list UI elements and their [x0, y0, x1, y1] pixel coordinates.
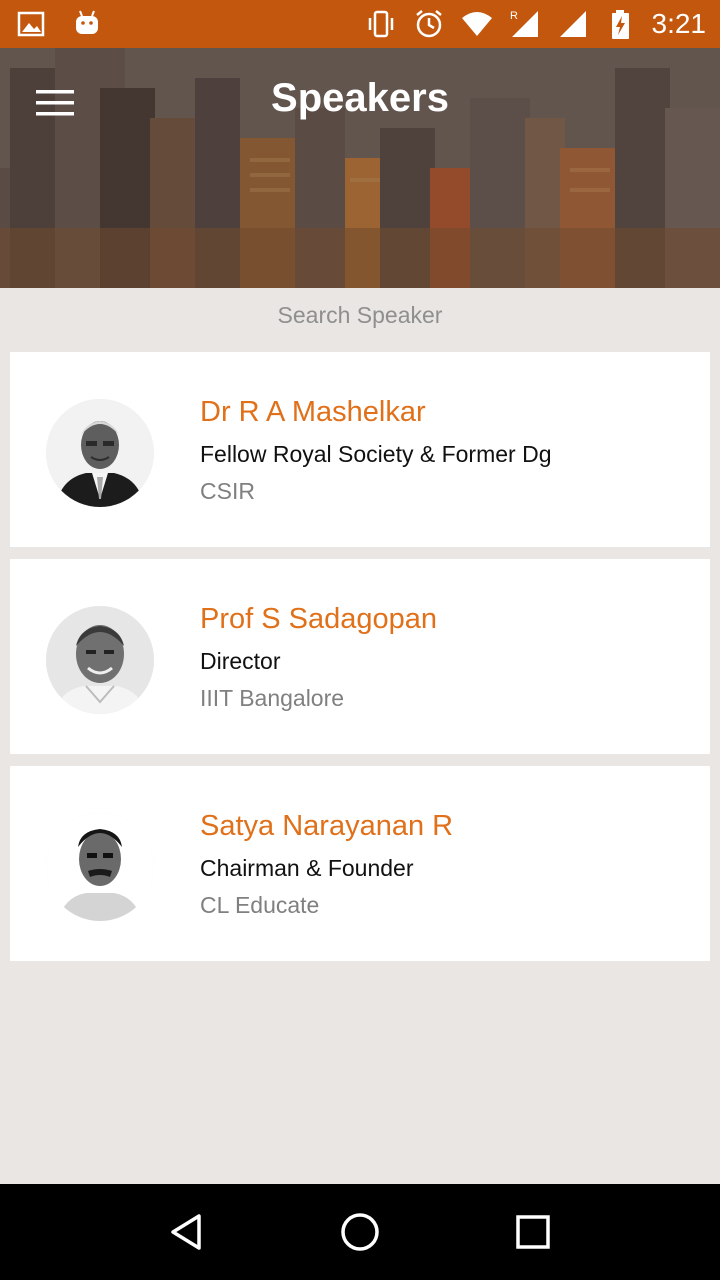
- home-icon: [341, 1213, 379, 1251]
- speaker-photo: [46, 813, 154, 921]
- speaker-organization: CSIR: [200, 478, 255, 504]
- search-bar: [0, 288, 720, 342]
- recents-button[interactable]: [503, 1202, 563, 1262]
- status-time: 3:21: [651, 8, 707, 39]
- speaker-name: Prof S Sadagopan: [200, 603, 438, 635]
- speaker-organization: IIIT Bangalore: [200, 685, 345, 711]
- header-banner: Speakers: [0, 48, 720, 288]
- status-bar: R 3:21: [0, 0, 720, 48]
- cell-signal-icon: [556, 7, 590, 41]
- speaker-role: Fellow Royal Society & Former Dg: [200, 441, 552, 467]
- search-input[interactable]: [160, 301, 560, 329]
- page-title: Speakers: [271, 76, 449, 120]
- speaker-organization: CL Educate: [200, 892, 320, 918]
- speaker-card[interactable]: Satya Narayanan R Chairman & Founder CL …: [10, 766, 710, 961]
- alarm-icon: [412, 7, 446, 41]
- speaker-name: Satya Narayanan R: [200, 810, 454, 842]
- system-nav-bar: [0, 1184, 720, 1280]
- wifi-icon: [460, 7, 494, 41]
- speaker-card[interactable]: Prof S Sadagopan Director IIIT Bangalore: [10, 559, 710, 754]
- speaker-card[interactable]: Dr R A Mashelkar Fellow Royal Society & …: [10, 352, 710, 547]
- speaker-role: Director: [200, 648, 281, 674]
- battery-charging-icon: [604, 7, 638, 41]
- speaker-name: Dr R A Mashelkar: [200, 396, 426, 428]
- back-icon: [170, 1214, 201, 1250]
- cell-signal-roaming-icon: R: [508, 7, 542, 41]
- back-button[interactable]: [157, 1202, 217, 1262]
- vibrate-icon: [364, 7, 398, 41]
- home-button[interactable]: [330, 1202, 390, 1262]
- android-icon: [70, 7, 104, 41]
- speaker-photo: [46, 606, 154, 714]
- image-icon: [14, 7, 48, 41]
- speaker-list: Dr R A Mashelkar Fellow Royal Society & …: [10, 352, 710, 973]
- speaker-role: Chairman & Founder: [200, 855, 414, 881]
- svg-text:R: R: [510, 10, 518, 22]
- speaker-photo: [46, 399, 154, 507]
- recents-icon: [516, 1215, 551, 1249]
